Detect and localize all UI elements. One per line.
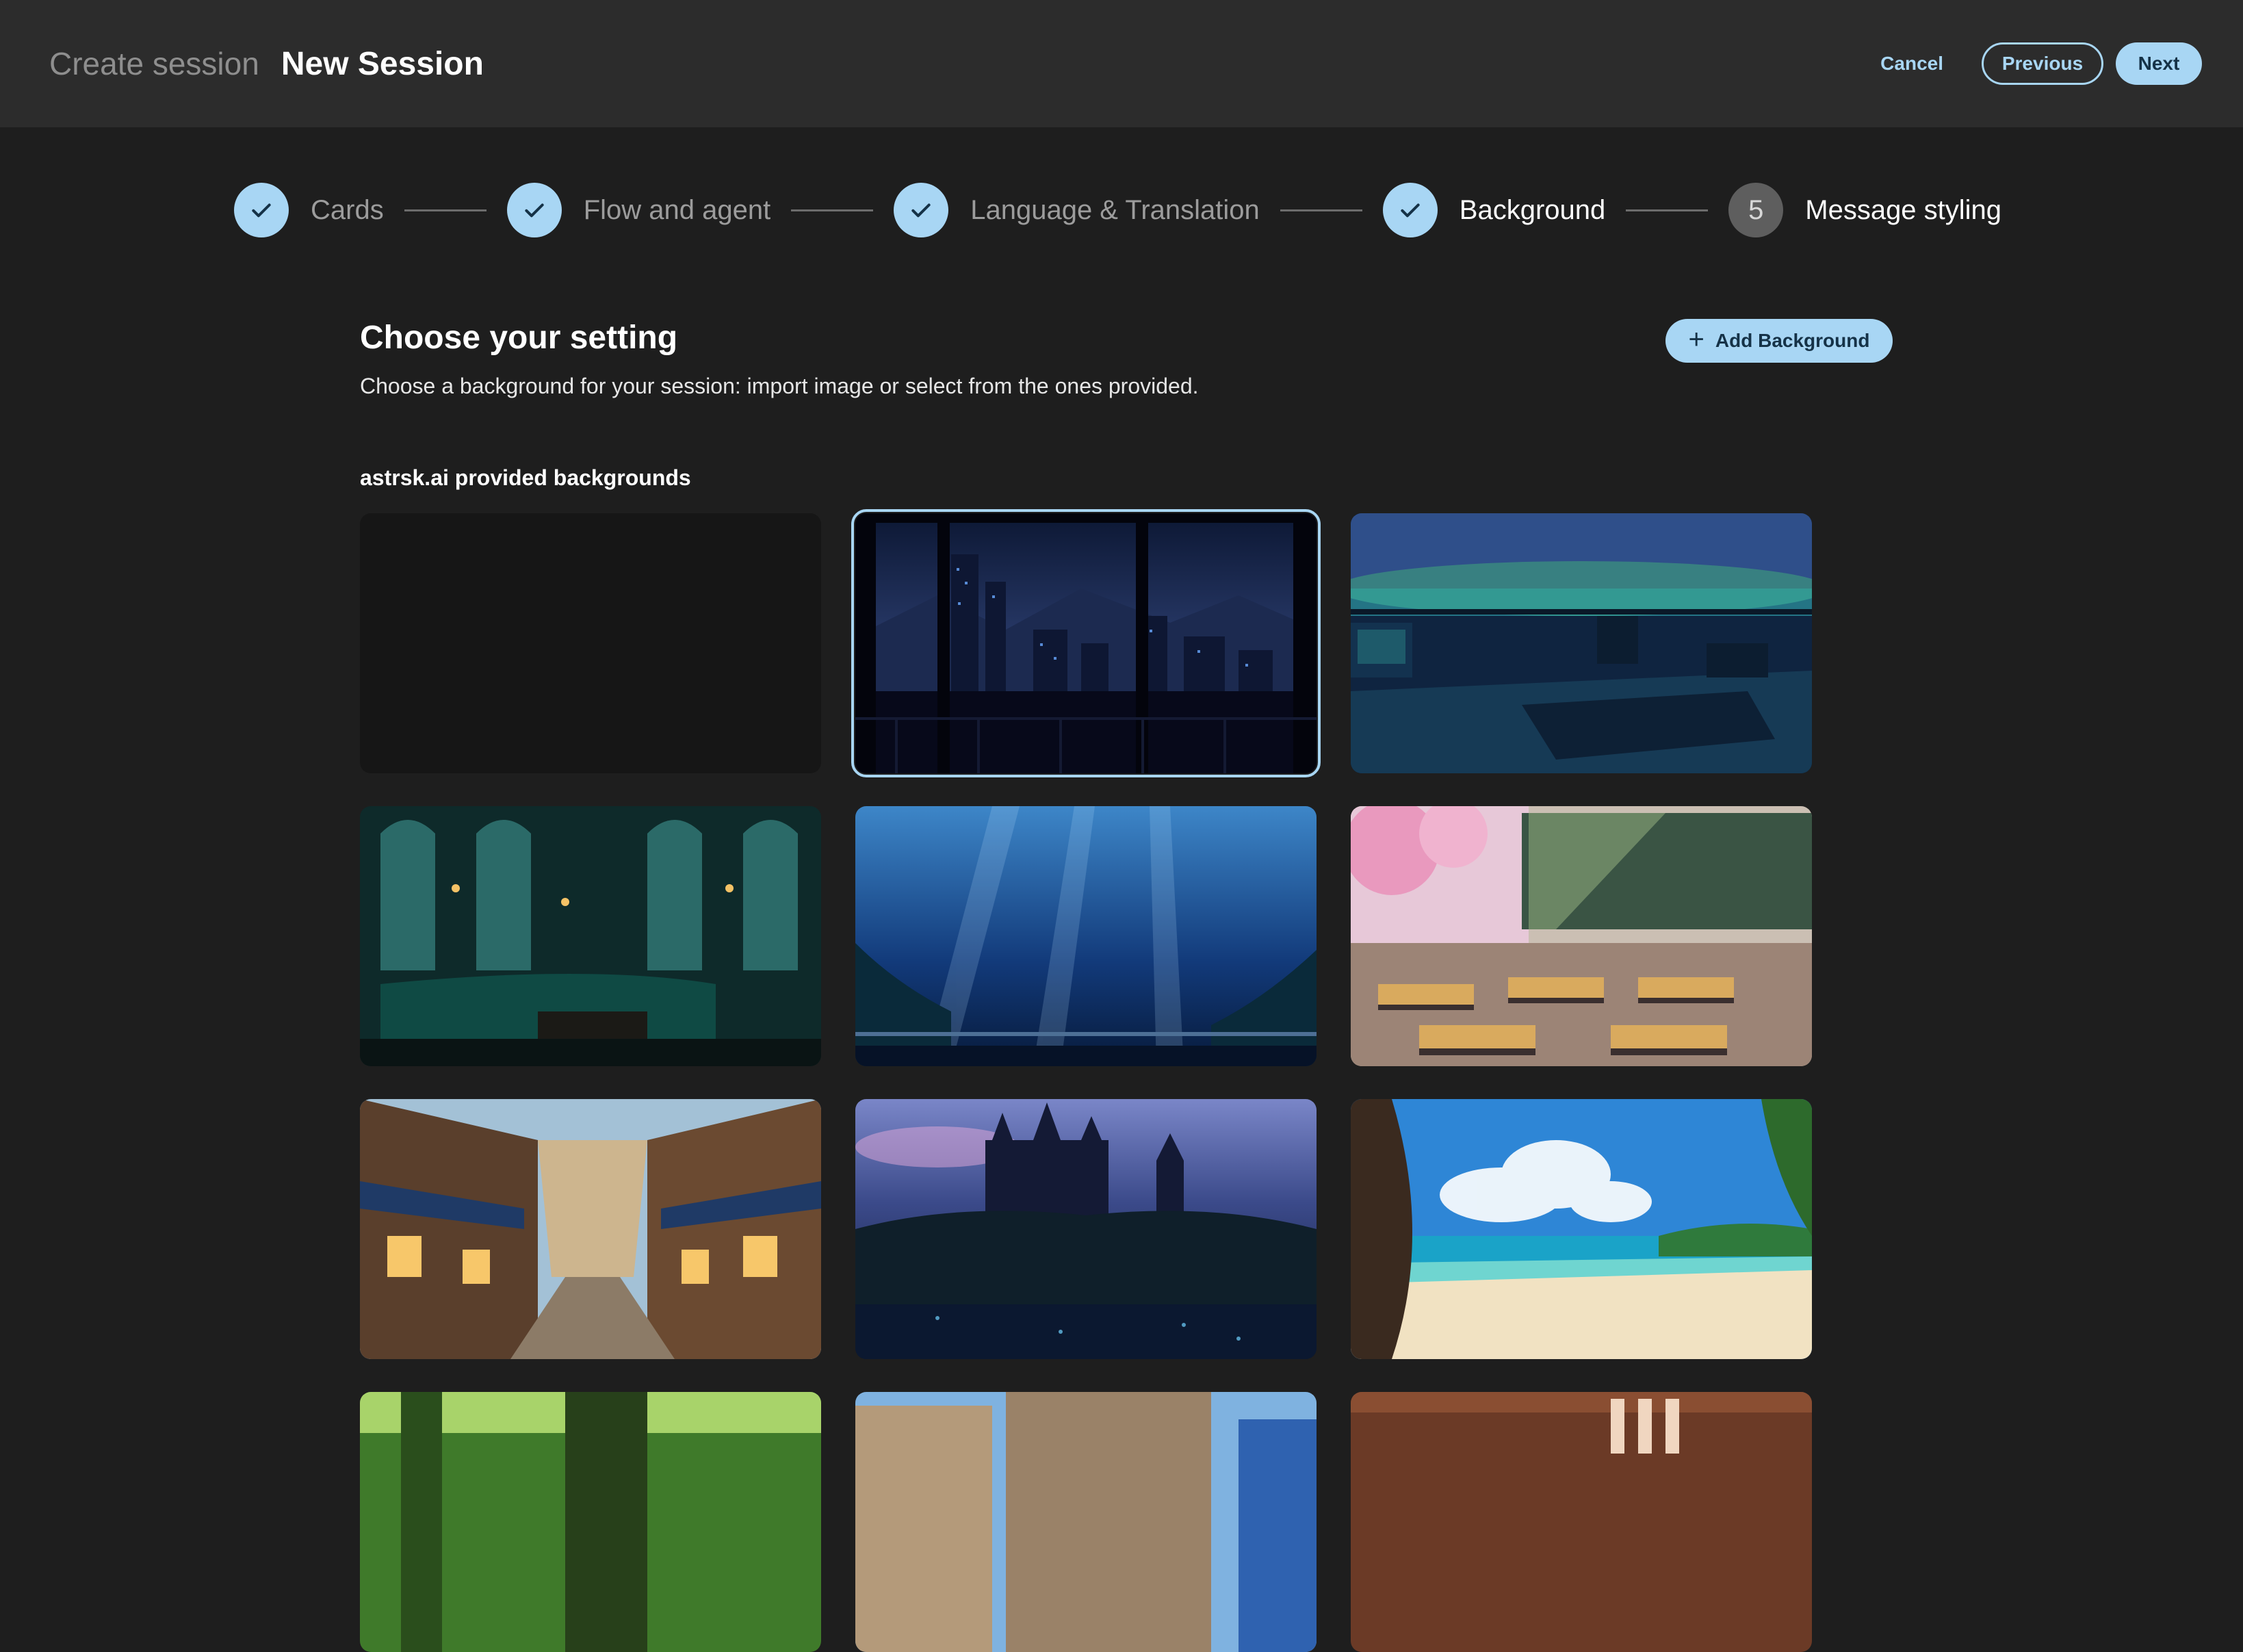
step-cards[interactable]: Cards: [234, 183, 384, 237]
previous-button[interactable]: Previous: [1982, 42, 2103, 85]
night-city-image: [855, 513, 1317, 773]
breadcrumb[interactable]: Create session: [49, 45, 259, 82]
gothic-lounge-image: [360, 806, 821, 1066]
background-grid: [360, 509, 1813, 1652]
add-background-label: Add Background: [1715, 330, 1870, 351]
tropical-beach-image: [1351, 1099, 1812, 1359]
medieval-street-image: [360, 1099, 821, 1359]
background-tile-jungle-path[interactable]: [360, 1392, 821, 1652]
step-connector: [1626, 209, 1709, 211]
step-label: Cards: [311, 194, 384, 225]
cancel-button[interactable]: Cancel: [1854, 42, 1969, 85]
city-day-image: [855, 1392, 1317, 1652]
background-tile-none[interactable]: [360, 513, 821, 773]
background-tile-wooden-interior[interactable]: [1351, 1392, 1812, 1652]
section-description: Choose a background for your session: im…: [360, 374, 1199, 398]
page-title: New Session: [281, 45, 484, 82]
checkmark-icon: [894, 183, 949, 237]
next-button[interactable]: Next: [2116, 42, 2202, 85]
step-connector: [791, 209, 874, 211]
provided-backgrounds-label: astrsk.ai provided backgrounds: [360, 465, 691, 490]
step-language-translation[interactable]: Language & Translation: [894, 183, 1260, 237]
step-label: Background: [1459, 194, 1606, 225]
step-flow-and-agent[interactable]: Flow and agent: [506, 183, 771, 237]
background-tile-tropical-beach[interactable]: [1351, 1099, 1812, 1359]
top-bar: Create session New Session Cancel Previo…: [0, 0, 2243, 127]
background-tile-night-city-window[interactable]: [851, 509, 1321, 777]
wooden-interior-image: [1351, 1392, 1812, 1652]
background-tile-medieval-street[interactable]: [360, 1099, 821, 1359]
step-label: Language & Translation: [970, 194, 1260, 225]
background-tile-castle-forest-night[interactable]: [855, 1099, 1317, 1359]
background-tile-sakura-classroom[interactable]: [1351, 806, 1812, 1066]
step-message-styling[interactable]: 5 Message styling: [1728, 183, 2001, 237]
background-tile-city-rooftops-day[interactable]: [855, 1392, 1317, 1652]
classroom-image: [1351, 806, 1812, 1066]
step-label: Message styling: [1805, 194, 2002, 225]
checkmark-icon: [506, 183, 562, 237]
step-connector: [1280, 209, 1362, 211]
plus-icon: +: [1688, 324, 1704, 354]
underwater-image: [855, 806, 1317, 1066]
jungle-image: [360, 1392, 821, 1652]
step-background[interactable]: Background: [1382, 183, 1606, 237]
step-label: Flow and agent: [583, 194, 771, 225]
checkmark-icon: [1382, 183, 1438, 237]
control-room-image: [1351, 513, 1812, 773]
background-tile-gothic-lounge[interactable]: [360, 806, 821, 1066]
step-connector: [404, 209, 487, 211]
wizard-stepper: Cards Flow and agent Language & Translat…: [234, 179, 2001, 241]
step-number: 5: [1728, 183, 1784, 237]
add-background-button[interactable]: + Add Background: [1665, 319, 1893, 363]
castle-forest-image: [855, 1099, 1317, 1359]
section-heading: Choose your setting: [360, 320, 678, 356]
header-actions: Cancel Previous Next: [1854, 42, 2202, 85]
checkmark-icon: [234, 183, 289, 237]
background-tile-control-room-lake[interactable]: [1351, 513, 1812, 773]
background-tile-underwater-observatory[interactable]: [855, 806, 1317, 1066]
